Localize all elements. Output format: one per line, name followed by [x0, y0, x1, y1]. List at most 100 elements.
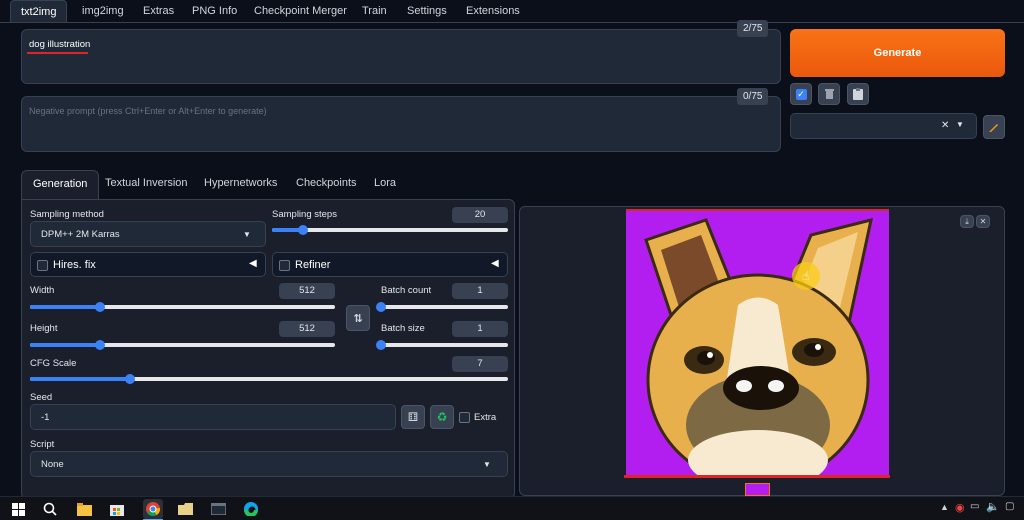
hires-fix-label: Hires. fix: [53, 259, 96, 271]
store-icon[interactable]: [109, 501, 125, 517]
width-input[interactable]: 512: [279, 283, 335, 299]
height-fill: [30, 343, 101, 347]
width-slider[interactable]: [30, 302, 335, 312]
cfg-scale-fill: [30, 377, 131, 381]
trash-button[interactable]: [818, 83, 840, 105]
pencil-icon: [989, 124, 998, 132]
seed-value: -1: [41, 412, 50, 423]
read-params-button[interactable]: ✓: [790, 83, 812, 105]
volume-icon[interactable]: 🔈: [986, 500, 1000, 513]
clipboard-icon: [853, 88, 863, 100]
sampling-method-value: DPM++ 2M Karras: [41, 229, 120, 240]
hires-fix-checkbox[interactable]: [37, 260, 48, 271]
hires-fix-accordion[interactable]: Hires. fix ◀: [30, 252, 266, 277]
search-icon[interactable]: [42, 501, 58, 517]
swap-icon: ⇅: [353, 312, 363, 325]
thumbnail[interactable]: [745, 483, 770, 496]
script-dropdown[interactable]: None ▼: [30, 451, 508, 477]
seed-input[interactable]: -1: [30, 404, 396, 430]
tab-extensions[interactable]: Extensions: [456, 0, 530, 22]
generate-button[interactable]: Generate: [790, 29, 1005, 77]
edge-icon[interactable]: [243, 501, 259, 517]
tab-lora[interactable]: Lora: [363, 170, 407, 199]
tray-app-icon[interactable]: ◉: [955, 501, 965, 514]
chrome-icon[interactable]: [143, 499, 163, 519]
swap-dimensions-button[interactable]: ⇅: [346, 305, 370, 331]
chevron-down-icon: ▼: [956, 120, 964, 129]
script-value: None: [41, 459, 64, 470]
sampling-steps-input[interactable]: 20: [452, 207, 508, 223]
download-button[interactable]: ⤓: [960, 215, 974, 228]
extra-seed-label: Extra: [474, 412, 497, 423]
tab-generation[interactable]: Generation: [21, 170, 100, 199]
extra-seed-checkbox[interactable]: [459, 412, 470, 423]
cfg-scale-label: CFG Scale: [30, 358, 77, 369]
cfg-scale-input[interactable]: 7: [452, 356, 508, 372]
batch-size-thumb[interactable]: [376, 340, 386, 350]
script-label: Script: [30, 439, 55, 450]
sampling-steps-slider[interactable]: [272, 225, 508, 235]
windows-start-icon[interactable]: [10, 501, 26, 517]
batch-size-input[interactable]: 1: [452, 321, 508, 337]
tab-extras[interactable]: Extras: [133, 0, 184, 22]
tab-train[interactable]: Train: [352, 0, 397, 22]
tab-txt2img[interactable]: txt2img: [10, 0, 68, 22]
generated-image[interactable]: ☝: [626, 210, 889, 476]
tab-checkpoint-merger[interactable]: Checkpoint Merger: [244, 0, 357, 22]
chevron-up-icon[interactable]: ▲: [940, 502, 949, 512]
trash-icon: [824, 89, 834, 99]
tab-png-info[interactable]: PNG Info: [182, 0, 247, 22]
batch-count-slider[interactable]: [376, 302, 508, 312]
tab-divider: [0, 22, 1024, 23]
negative-prompt-textarea[interactable]: Negative prompt (press Ctrl+Enter or Alt…: [21, 96, 781, 152]
app-folder-icon[interactable]: [177, 501, 193, 517]
seed-label: Seed: [30, 392, 53, 403]
close-button[interactable]: ✕: [976, 215, 990, 228]
cfg-scale-slider[interactable]: [30, 374, 508, 384]
height-input[interactable]: 512: [279, 321, 335, 337]
terminal-icon[interactable]: [210, 501, 226, 517]
refiner-label: Refiner: [295, 259, 331, 271]
clipboard-button[interactable]: [847, 83, 869, 105]
tab-hypernetworks[interactable]: Hypernetworks: [193, 170, 288, 199]
reuse-seed-button[interactable]: ♻: [430, 405, 454, 429]
checkbox-icon: ✓: [795, 88, 807, 100]
edit-styles-button[interactable]: [983, 115, 1005, 139]
sampling-method-dropdown[interactable]: DPM++ 2M Karras ▼: [30, 221, 266, 247]
width-fill: [30, 305, 101, 309]
sampling-steps-label: Sampling steps: [272, 209, 337, 220]
sampling-steps-thumb[interactable]: [297, 225, 308, 235]
batch-size-slider[interactable]: [376, 340, 508, 350]
prompt-text: dog illustration: [29, 39, 91, 50]
refiner-checkbox[interactable]: [279, 260, 290, 271]
dice-icon: ⚅: [407, 410, 419, 424]
tab-textual-inversion[interactable]: Textual Inversion: [94, 170, 199, 199]
tab-img2img[interactable]: img2img: [72, 0, 134, 22]
image-border-top: [626, 209, 889, 211]
clear-icon[interactable]: ✕: [941, 120, 949, 131]
tab-settings[interactable]: Settings: [397, 0, 457, 22]
chevron-down-icon: ▼: [483, 460, 491, 469]
height-slider[interactable]: [30, 340, 335, 350]
prompt-textarea[interactable]: dog illustration: [21, 29, 781, 84]
taskbar: ▲ ◉ ▭ 🔈 ▢: [0, 496, 1024, 520]
random-seed-button[interactable]: ⚅: [401, 405, 425, 429]
negative-prompt-placeholder: Negative prompt (press Ctrl+Enter or Alt…: [29, 106, 267, 116]
batch-count-label: Batch count: [381, 285, 432, 296]
negative-prompt-token-counter: 0/75: [737, 88, 769, 105]
refiner-accordion[interactable]: Refiner ◀: [272, 252, 508, 277]
sampling-method-label: Sampling method: [30, 209, 104, 220]
height-label: Height: [30, 323, 58, 334]
batch-count-input[interactable]: 1: [452, 283, 508, 299]
prompt-token-counter: 2/75: [737, 20, 769, 37]
styles-dropdown[interactable]: ✕ ▼: [790, 113, 977, 139]
tab-checkpoints[interactable]: Checkpoints: [285, 170, 368, 199]
file-explorer-icon[interactable]: [76, 501, 92, 517]
close-icon: ✕: [979, 217, 987, 226]
batch-count-thumb[interactable]: [376, 302, 386, 312]
network-icon[interactable]: ▭: [970, 501, 979, 512]
download-icon: ⤓: [965, 216, 969, 226]
batch-size-label: Batch size: [381, 323, 425, 334]
notification-icon[interactable]: ▢: [1005, 501, 1014, 512]
hand-cursor-icon: ☝: [802, 269, 810, 283]
